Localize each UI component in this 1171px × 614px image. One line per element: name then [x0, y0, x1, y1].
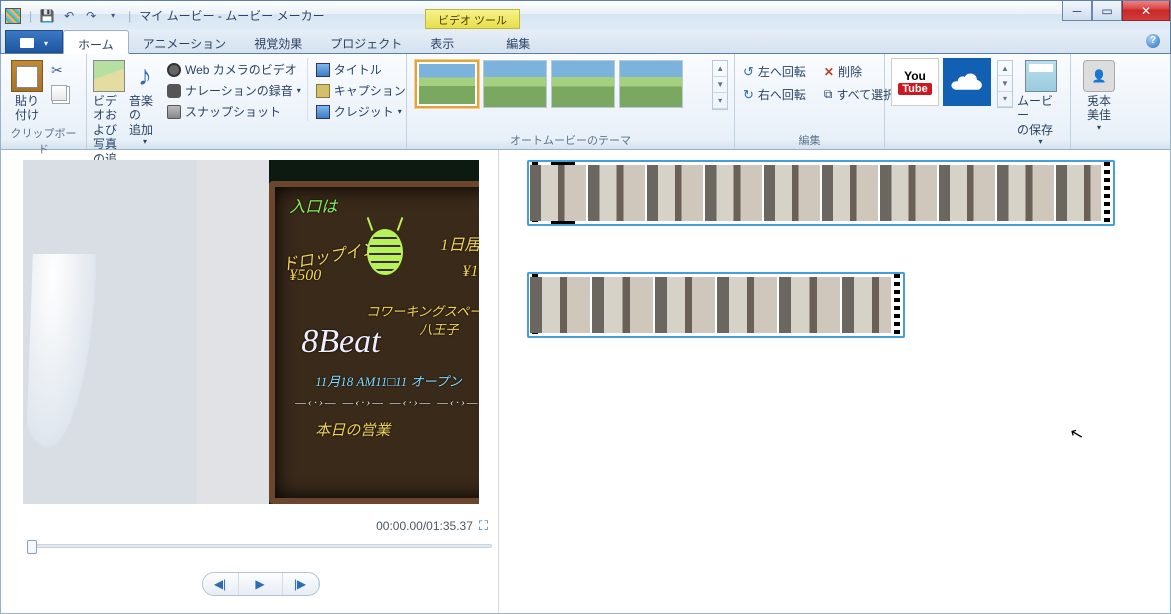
save-icon[interactable]: 💾: [38, 7, 56, 25]
delete-icon: ✕: [824, 65, 834, 79]
playback-controls: ◀| ▶ |▶: [23, 572, 498, 596]
file-tab-icon: [20, 38, 34, 48]
save-movie-icon: [1025, 60, 1057, 92]
help-icon[interactable]: ?: [1146, 34, 1160, 48]
cut-button[interactable]: ✂: [51, 62, 67, 79]
play-button[interactable]: ▶: [239, 573, 283, 595]
add-credits-button[interactable]: クレジット ▾: [314, 102, 408, 121]
timeline-clip[interactable]: [527, 272, 905, 338]
group-share: You Tube ▲▼▾ ムービー の保存 ▾ 共有: [885, 54, 1071, 149]
minimize-button[interactable]: ─: [1062, 1, 1092, 21]
group-clipboard: 貼り 付け ✂ クリップボード: [1, 54, 87, 149]
theme-thumb[interactable]: [551, 60, 615, 108]
bee-icon: [355, 217, 415, 287]
tab-visual-effects[interactable]: 視覚効果: [240, 30, 316, 53]
next-frame-button[interactable]: |▶: [283, 573, 319, 595]
gallery-more-button[interactable]: ▲▼▾: [712, 60, 728, 110]
close-button[interactable]: ✕: [1122, 1, 1170, 21]
ribbon-tabstrip: ▾ ホーム アニメーション 視覚効果 プロジェクト 表示 編集 ?: [0, 30, 1171, 54]
rotate-left-icon: ↻: [743, 64, 754, 80]
youtube-icon: You: [904, 69, 926, 83]
theme-thumb[interactable]: [483, 60, 547, 108]
tab-view[interactable]: 表示: [416, 30, 468, 53]
preview-chalkboard: 入口は ドロップイン ¥500 1日居て ¥1,00 コワーキングスペース 八王…: [269, 181, 479, 504]
group-add: ビデオおよび 写真の追加 ▾ ♪ 音楽の 追加 ▾ Web カメラのビデオ ナレ…: [87, 54, 407, 149]
share-onedrive-button[interactable]: [943, 58, 991, 106]
theme-thumb[interactable]: [415, 60, 479, 108]
rotate-left-button[interactable]: ↻ 左へ回転: [741, 62, 808, 81]
group-signin: 👤 兎本 美佳 ▾: [1071, 54, 1127, 149]
rotate-right-icon: ↻: [743, 87, 754, 103]
share-youtube-button[interactable]: You Tube: [891, 58, 939, 106]
window-title: マイ ムービー - ムービー メーカー: [139, 7, 324, 24]
qat-customize-icon[interactable]: ▾: [104, 7, 122, 25]
select-all-icon: ⧉: [824, 87, 833, 102]
undo-icon[interactable]: ↶: [60, 7, 78, 25]
group-automovie-themes: ▲▼▾ オートムービーのテーマ: [407, 54, 735, 149]
onedrive-icon: [950, 71, 984, 93]
tab-edit[interactable]: 編集: [492, 30, 544, 53]
group-edit: ↻ 左へ回転 ✕ 削除 ↻ 右へ回転 ⧉ すべて選択 編集: [735, 54, 885, 149]
fullscreen-icon[interactable]: ⛶: [479, 518, 488, 534]
microphone-icon: [167, 84, 181, 98]
title-icon: [316, 63, 330, 77]
user-icon: 👤: [1083, 60, 1115, 92]
timeline-clip[interactable]: ▌: [527, 160, 1115, 226]
file-tab[interactable]: ▾: [5, 30, 63, 53]
preview-pane: 入口は ドロップイン ¥500 1日居て ¥1,00 コワーキングスペース 八王…: [1, 150, 499, 613]
window-titlebar: | 💾 ↶ ↷ ▾ | マイ ムービー - ムービー メーカー ビデオ ツール …: [0, 0, 1171, 30]
webcam-icon: [167, 63, 181, 77]
share-more-button[interactable]: ▲▼▾: [997, 60, 1013, 108]
content-area: 入口は ドロップイン ¥500 1日居て ¥1,00 コワーキングスペース 八王…: [0, 150, 1171, 614]
paste-icon: [11, 60, 43, 92]
record-narration-button[interactable]: ナレーションの録音 ▾: [165, 81, 303, 100]
preview-player[interactable]: 入口は ドロップイン ¥500 1日居て ¥1,00 コワーキングスペース 八王…: [23, 160, 479, 504]
prev-frame-button[interactable]: ◀|: [203, 573, 239, 595]
time-display-row: 00:00.00/01:35.37 ⛶: [23, 518, 498, 534]
quick-access-toolbar: | 💾 ↶ ↷ ▾ |: [27, 7, 133, 25]
timeline-pane[interactable]: ▌: [499, 150, 1170, 613]
window-controls: ─ ▭ ✕: [1062, 1, 1170, 21]
contextual-tab-video-tools[interactable]: ビデオ ツール: [425, 9, 520, 29]
ribbon: 貼り 付け ✂ クリップボード ビデオおよび 写真の追加 ▾ ♪ 音楽の 追加 …: [0, 54, 1171, 150]
tab-animation[interactable]: アニメーション: [129, 30, 241, 53]
rotate-right-button[interactable]: ↻ 右へ回転: [741, 85, 808, 104]
snapshot-button[interactable]: スナップショット: [165, 102, 303, 121]
copy-button[interactable]: [51, 85, 67, 101]
caption-icon: [316, 84, 330, 98]
group-label: 編集: [741, 130, 878, 149]
tab-home[interactable]: ホーム: [63, 30, 129, 54]
playback-time: 00:00.00/01:35.37: [376, 519, 473, 533]
redo-icon[interactable]: ↷: [82, 7, 100, 25]
preview-frame-decoration: [25, 254, 103, 474]
tab-project[interactable]: プロジェクト: [316, 30, 416, 53]
seek-thumb[interactable]: [27, 540, 37, 554]
music-note-icon: ♪: [129, 60, 161, 92]
seek-bar[interactable]: [27, 544, 492, 558]
signin-button[interactable]: 👤 兎本 美佳 ▾: [1077, 58, 1121, 132]
add-caption-button[interactable]: キャプション: [314, 81, 408, 100]
save-movie-button[interactable]: ムービー の保存 ▾: [1017, 58, 1064, 147]
maximize-button[interactable]: ▭: [1092, 1, 1122, 21]
add-video-icon: [93, 60, 125, 92]
group-label: オートムービーのテーマ: [413, 130, 728, 149]
theme-gallery[interactable]: [413, 58, 706, 110]
credits-icon: [316, 105, 330, 119]
theme-thumb[interactable]: [619, 60, 683, 108]
add-music-button[interactable]: ♪ 音楽の 追加 ▾: [129, 58, 161, 147]
camera-icon: [167, 105, 181, 119]
app-icon: [5, 8, 21, 24]
webcam-video-button[interactable]: Web カメラのビデオ: [165, 60, 303, 79]
paste-button[interactable]: 貼り 付け: [7, 58, 47, 123]
delete-button[interactable]: ✕ 削除: [822, 62, 864, 81]
add-title-button[interactable]: タイトル: [314, 60, 408, 79]
